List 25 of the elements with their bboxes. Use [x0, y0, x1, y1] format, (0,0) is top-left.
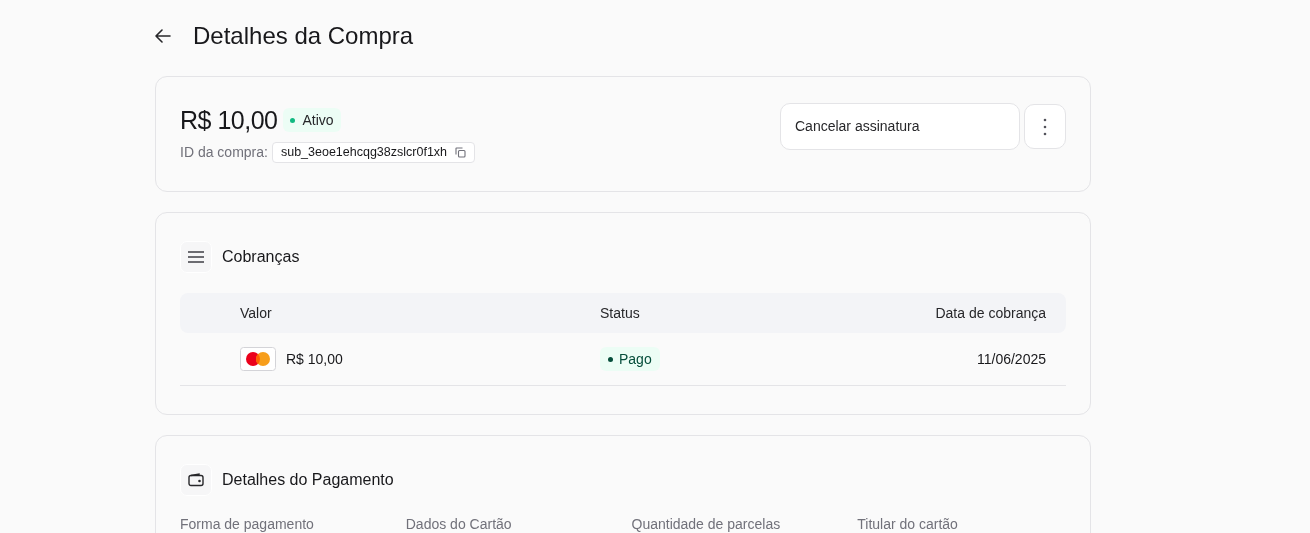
column-header: Valor	[240, 303, 273, 323]
charge-amount: R$ 10,00	[286, 349, 343, 369]
purchase-id-label: ID da compra:	[180, 143, 268, 162]
wallet-icon	[180, 464, 212, 496]
field-label: Quantidade de parcelas	[631, 515, 782, 533]
back-button[interactable]	[155, 28, 171, 44]
amount: R$ 10,00	[180, 105, 278, 136]
field-label: Forma de pagamento	[180, 515, 315, 533]
column-header: Status	[600, 303, 641, 323]
status-label: Ativo	[302, 110, 334, 130]
charge-date: 11/06/2025	[976, 349, 1046, 369]
page-title: Detalhes da Compra	[193, 21, 414, 51]
list-icon	[180, 241, 212, 273]
status-label: Pago	[619, 349, 652, 369]
section-title: Cobranças	[222, 247, 300, 267]
column-header: Data de cobrança	[935, 303, 1046, 323]
cancel-subscription-button[interactable]: Cancelar assinatura	[780, 103, 1020, 150]
field-label: Dados do Cartão	[405, 515, 513, 533]
purchase-id: sub_3eoe1ehcqg38zslcr0f1xh	[280, 144, 448, 162]
copy-icon[interactable]	[455, 147, 467, 158]
field-label: Titular do cartão	[857, 515, 959, 533]
card-brand-icon	[240, 347, 276, 371]
section-title: Detalhes do Pagamento	[222, 470, 394, 490]
more-vertical-icon	[1043, 117, 1047, 136]
back-arrow-icon	[155, 29, 171, 43]
